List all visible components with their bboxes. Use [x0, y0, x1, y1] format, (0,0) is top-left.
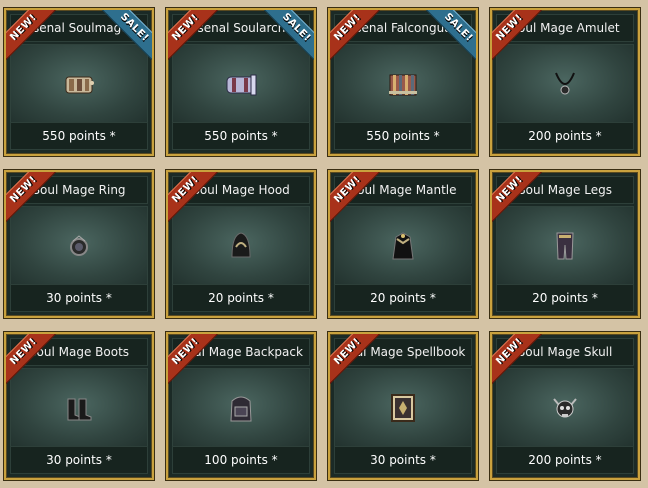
shop-item-soul-mage-boots[interactable]: Soul Mage Boots 30 points * NEW! [4, 332, 154, 480]
item-price: 20 points * [496, 284, 634, 312]
shop-item-soul-mage-backpack[interactable]: Soul Mage Backpack 100 points * NEW! [166, 332, 316, 480]
shop-item-soul-mage-spellbook[interactable]: Soul Mage Spellbook 30 points * NEW! [328, 332, 478, 480]
item-price: 550 points * [334, 122, 472, 150]
amulet-icon [555, 72, 575, 95]
item-art [334, 368, 472, 448]
item-art [334, 44, 472, 124]
item-art [10, 206, 148, 286]
item-art [334, 206, 472, 286]
shop-item-soul-mage-ring[interactable]: Soul Mage Ring 30 points * NEW! [4, 170, 154, 318]
ring-icon [70, 235, 88, 256]
shop-item-soul-mage-mantle[interactable]: Soul Mage Mantle 20 points * NEW! [328, 170, 478, 318]
skull-icon [553, 398, 577, 418]
item-art [10, 368, 148, 448]
arsenal-soulmage-icon [65, 76, 94, 94]
shop-item-soul-mage-skull[interactable]: Soul Mage Skull 200 points * NEW! [490, 332, 640, 480]
shop-item-arsenal-soularcher[interactable]: Arsenal Soularcher 550 points * NEW! SAL… [166, 8, 316, 156]
backpack-icon [230, 396, 252, 422]
item-art [10, 44, 148, 124]
spellbook-icon [391, 394, 415, 422]
shop-item-soul-mage-legs[interactable]: Soul Mage Legs 20 points * NEW! [490, 170, 640, 318]
item-price: 30 points * [10, 284, 148, 312]
shop-grid: Arsenal Soulmage's 550 points * NEW! SAL… [0, 0, 648, 488]
item-art [172, 44, 310, 124]
arsenal-falconguard-icon [389, 74, 417, 96]
item-price: 20 points * [334, 284, 472, 312]
shop-item-arsenal-soulmage[interactable]: Arsenal Soulmage's 550 points * NEW! SAL… [4, 8, 154, 156]
hood-icon [231, 232, 251, 258]
item-price: 20 points * [172, 284, 310, 312]
item-price: 30 points * [10, 446, 148, 474]
arsenal-soularcher-icon [226, 74, 257, 96]
item-price: 550 points * [10, 122, 148, 150]
item-price: 100 points * [172, 446, 310, 474]
boots-icon [67, 398, 92, 421]
shop-item-arsenal-falconguard[interactable]: Arsenal Falconguard 550 points * NEW! SA… [328, 8, 478, 156]
mantle-icon [392, 232, 414, 260]
item-price: 200 points * [496, 122, 634, 150]
item-price: 550 points * [172, 122, 310, 150]
item-price: 30 points * [334, 446, 472, 474]
shop-item-soul-mage-hood[interactable]: Soul Mage Hood 20 points * NEW! [166, 170, 316, 318]
item-art [172, 368, 310, 448]
item-art [496, 206, 634, 286]
item-art [172, 206, 310, 286]
item-art [496, 44, 634, 124]
item-art [496, 368, 634, 448]
legs-icon [556, 232, 574, 260]
shop-item-soul-mage-amulet[interactable]: Soul Mage Amulet 200 points * NEW! [490, 8, 640, 156]
item-price: 200 points * [496, 446, 634, 474]
